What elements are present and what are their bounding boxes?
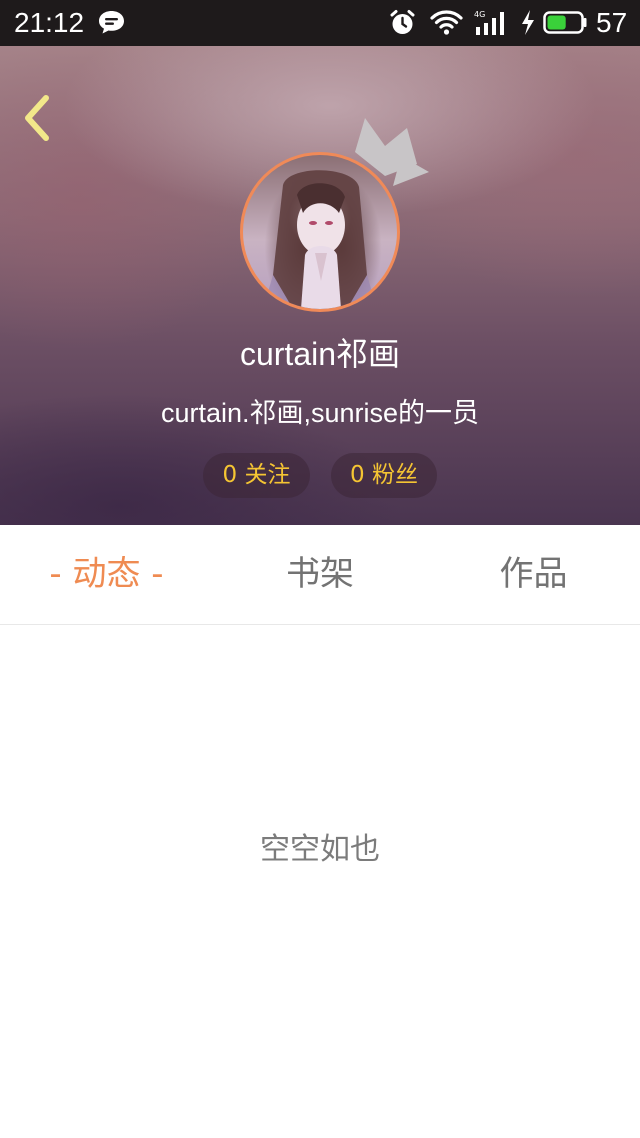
avatar[interactable] <box>240 152 400 312</box>
battery-fill <box>547 15 566 30</box>
fans-count-button[interactable]: 0 粉丝 <box>331 453 437 498</box>
status-bar: 21:12 4G 57 <box>0 0 640 46</box>
username: curtain祁画 <box>239 336 401 372</box>
back-button[interactable] <box>18 90 58 146</box>
battery-icon <box>543 11 587 34</box>
chevron-left-icon <box>25 95 49 141</box>
status-time: 21:12 <box>14 7 85 38</box>
network-type: 4G <box>474 10 485 19</box>
battery-level: 57 <box>596 7 628 38</box>
following-count-button[interactable]: 0 关注 <box>203 453 310 498</box>
charging-icon <box>522 10 534 35</box>
wifi-icon <box>430 10 463 35</box>
tab-bookshelf[interactable]: 书架 <box>213 525 427 624</box>
tab-works[interactable]: 作品 <box>427 525 640 624</box>
avatar-image <box>263 170 377 309</box>
signal-icon: 4G <box>474 10 504 35</box>
alarm-icon <box>390 10 415 34</box>
profile-header: curtain祁画 curtain.祁画,sunrise的一员 0 关注 0 粉… <box>0 46 640 525</box>
user-bio: curtain.祁画,sunrise的一员 <box>160 398 480 428</box>
profile-tabs: - 动态 - 书架 作品 <box>0 525 640 625</box>
empty-state-text: 空空如也 <box>260 832 380 867</box>
message-icon <box>99 11 124 34</box>
tab-activity[interactable]: - 动态 - <box>0 525 213 624</box>
